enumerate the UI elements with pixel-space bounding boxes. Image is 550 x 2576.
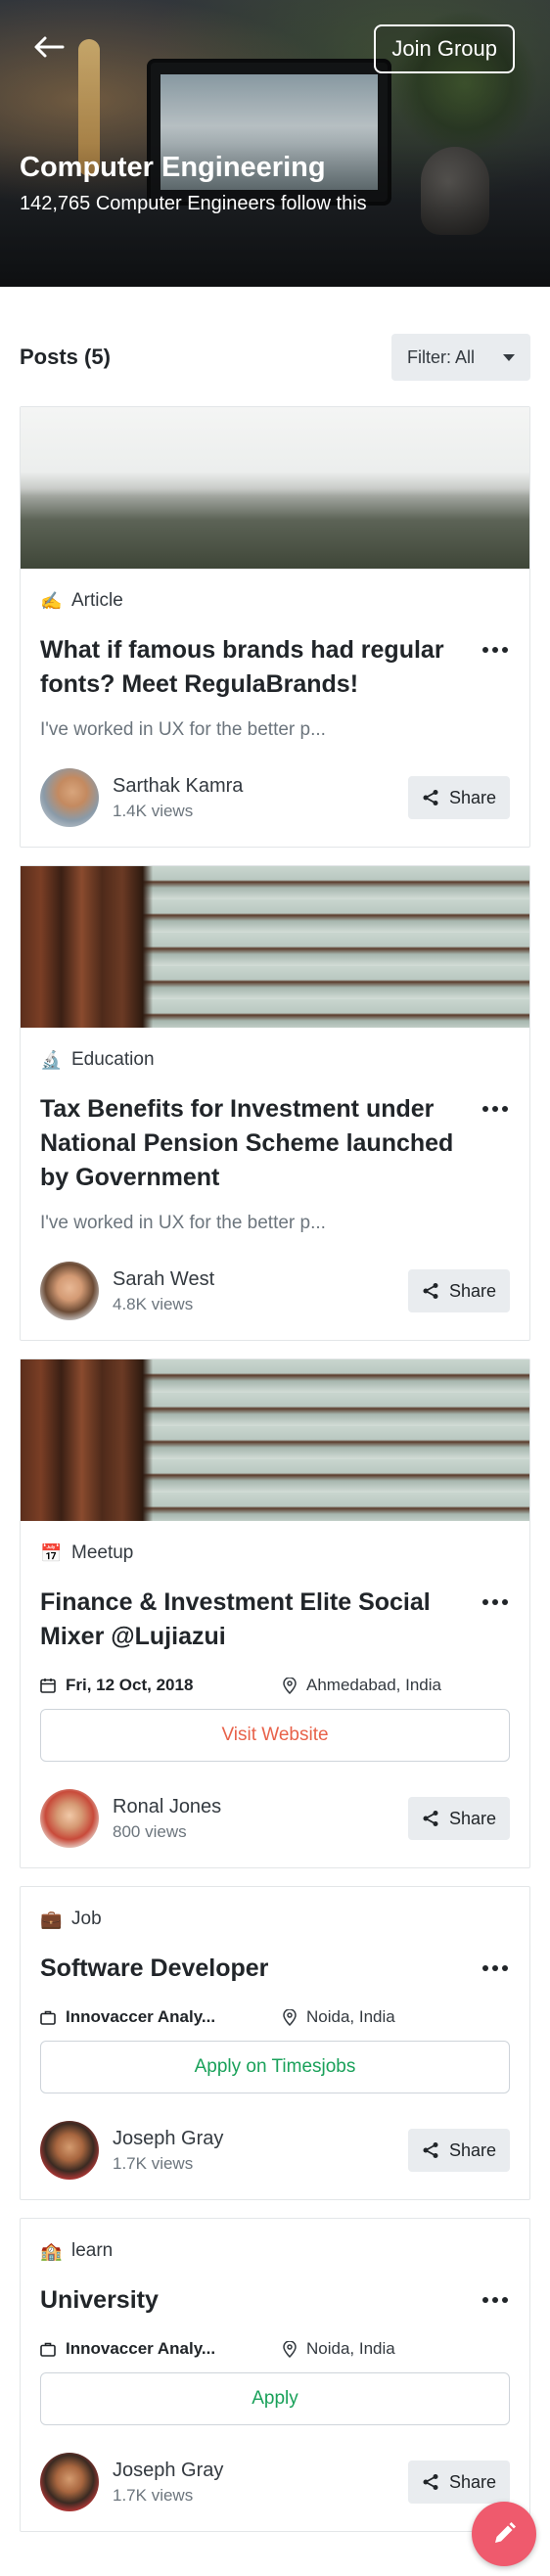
posts-title: Posts (5) <box>20 345 111 369</box>
share-button[interactable]: Share <box>407 1797 510 1840</box>
share-button[interactable]: Share <box>407 776 510 819</box>
share-button[interactable]: Share <box>407 2129 510 2172</box>
filter-dropdown[interactable]: Filter: All <box>391 334 530 381</box>
job-location: Noida, India <box>283 2339 395 2359</box>
share-icon <box>423 790 438 805</box>
author-name: Ronal Jones <box>113 1795 222 1817</box>
post-title[interactable]: University <box>40 2283 471 2318</box>
map-pin-icon <box>283 2008 297 2026</box>
group-hero: Join Group Computer Engineering 142,765 … <box>0 0 550 287</box>
post-card[interactable]: 📅 Meetup Finance & Investment Elite Soci… <box>20 1358 530 1868</box>
post-excerpt: I've worked in UX for the better p... <box>40 1213 326 1233</box>
author-name: Sarah West <box>113 1267 215 1290</box>
posts-feed: ✍ Article What if famous brands had regu… <box>0 406 550 2532</box>
post-title[interactable]: What if famous brands had regular fonts?… <box>40 633 471 702</box>
post-author[interactable]: Sarah West 4.8K views <box>40 1262 214 1320</box>
share-icon <box>423 2142 438 2158</box>
map-pin-icon <box>283 1677 297 1694</box>
posts-header: Posts (5) Filter: All <box>0 334 550 381</box>
author-name: Joseph Gray <box>113 2127 224 2149</box>
post-title[interactable]: Tax Benefits for Investment under Nation… <box>40 1092 471 1195</box>
view-count: 4.8K views <box>113 1294 194 1313</box>
apply-timesjobs-button[interactable]: Apply on Timesjobs <box>40 2041 510 2093</box>
writing-hand-icon: ✍ <box>40 590 63 611</box>
post-category: 💼 Job <box>40 1909 102 1929</box>
job-company: Innovaccer Analy... <box>40 2007 283 2027</box>
filter-label: Filter: All <box>407 346 476 367</box>
author-name: Sarthak Kamra <box>113 774 244 797</box>
post-category: 🏫 learn <box>40 2240 114 2261</box>
briefcase-icon: 💼 <box>40 1909 63 1929</box>
view-count: 1.7K views <box>113 2153 194 2173</box>
post-cover-image <box>21 1359 529 1521</box>
more-options-icon[interactable] <box>481 1094 510 1124</box>
more-options-icon[interactable] <box>481 1587 510 1617</box>
microscope-icon: 🔬 <box>40 1049 63 1070</box>
pencil-icon <box>495 2522 516 2543</box>
avatar <box>40 2453 99 2511</box>
event-date: Fri, 12 Oct, 2018 <box>40 1676 283 1695</box>
briefcase-outline-icon <box>40 2342 56 2357</box>
caret-down-icon <box>503 353 515 361</box>
calendar-icon: 📅 <box>40 1542 63 1563</box>
share-icon <box>423 2474 438 2490</box>
map-pin-icon <box>283 2340 297 2358</box>
post-author[interactable]: Joseph Gray 1.7K views <box>40 2453 223 2511</box>
view-count: 1.4K views <box>113 801 194 820</box>
view-count: 800 views <box>113 1821 187 1841</box>
share-button[interactable]: Share <box>407 1269 510 1312</box>
post-card[interactable]: ✍ Article What if famous brands had regu… <box>20 406 530 848</box>
avatar <box>40 2121 99 2180</box>
more-options-icon[interactable] <box>481 2285 510 2315</box>
post-title[interactable]: Finance & Investment Elite Social Mixer … <box>40 1586 471 1654</box>
post-cover-image <box>21 866 529 1028</box>
group-follower-count: 142,765 Computer Engineers follow this <box>20 193 367 214</box>
post-excerpt: I've worked in UX for the better p... <box>40 719 326 740</box>
view-count: 1.7K views <box>113 2485 194 2505</box>
avatar <box>40 768 99 827</box>
post-cover-image <box>21 407 529 569</box>
school-icon: 🏫 <box>40 2240 63 2261</box>
post-card[interactable]: 💼 Job Software Developer Innovaccer Anal… <box>20 1886 530 2200</box>
calendar-outline-icon <box>40 1679 56 1693</box>
share-button[interactable]: Share <box>407 2461 510 2504</box>
avatar <box>40 1262 99 1320</box>
event-location: Ahmedabad, India <box>283 1676 441 1695</box>
group-title: Computer Engineering <box>20 152 326 183</box>
job-location: Noida, India <box>283 2007 395 2027</box>
post-card[interactable]: 🏫 learn University Innovaccer Analy... N… <box>20 2218 530 2532</box>
share-icon <box>423 1811 438 1826</box>
job-company: Innovaccer Analy... <box>40 2339 283 2359</box>
visit-website-button[interactable]: Visit Website <box>40 1709 510 1762</box>
share-icon <box>423 1283 438 1299</box>
more-options-icon[interactable] <box>481 1954 510 1983</box>
post-author[interactable]: Joseph Gray 1.7K views <box>40 2121 223 2180</box>
post-author[interactable]: Sarthak Kamra 1.4K views <box>40 768 243 827</box>
briefcase-outline-icon <box>40 2010 56 2025</box>
author-name: Joseph Gray <box>113 2459 224 2481</box>
avatar <box>40 1789 99 1848</box>
post-category: 🔬 Education <box>40 1049 155 1070</box>
compose-post-button[interactable] <box>472 2502 536 2566</box>
arrow-left-icon <box>34 36 65 58</box>
post-title[interactable]: Software Developer <box>40 1952 471 1986</box>
post-card[interactable]: 🔬 Education Tax Benefits for Investment … <box>20 865 530 1341</box>
post-author[interactable]: Ronal Jones 800 views <box>40 1789 221 1848</box>
more-options-icon[interactable] <box>481 635 510 665</box>
apply-button[interactable]: Apply <box>40 2372 510 2425</box>
post-category: ✍ Article <box>40 590 123 611</box>
join-group-button[interactable]: Join Group <box>374 24 515 73</box>
back-button[interactable] <box>31 29 67 65</box>
post-category: 📅 Meetup <box>40 1542 134 1563</box>
